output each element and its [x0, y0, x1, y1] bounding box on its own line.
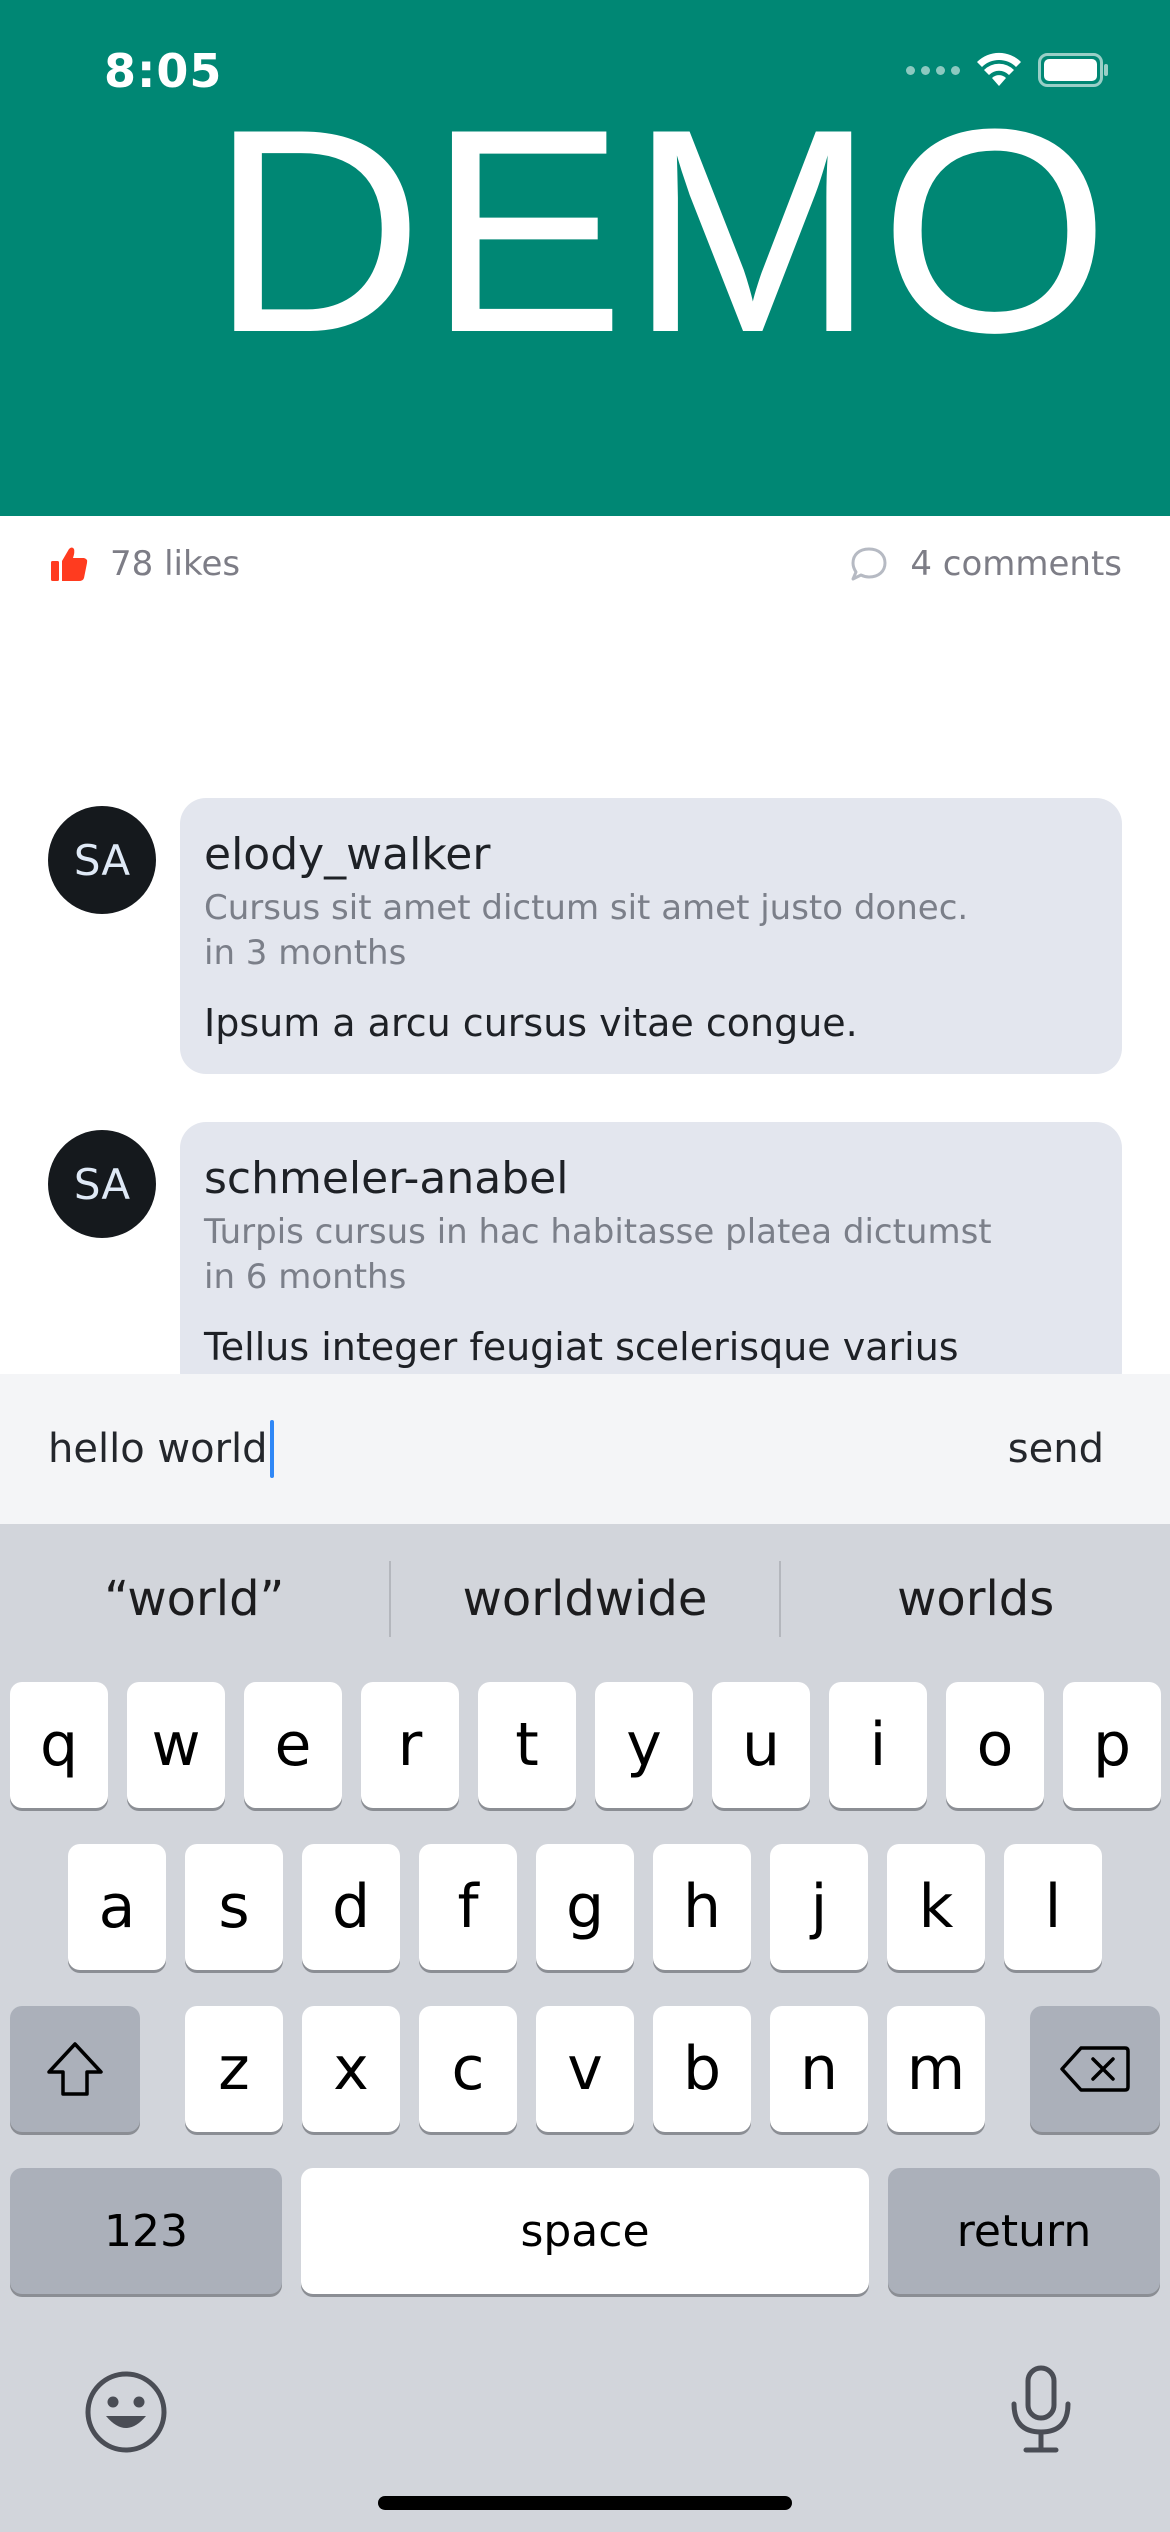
- key-j[interactable]: j: [770, 1844, 868, 1970]
- comment-subtitle: Turpis cursus in hac habitasse platea di…: [204, 1212, 992, 1252]
- key-w[interactable]: w: [127, 1682, 225, 1808]
- key-t[interactable]: t: [478, 1682, 576, 1808]
- key-s[interactable]: s: [185, 1844, 283, 1970]
- post-stats: 78 likes 4 comments: [0, 516, 1170, 612]
- comment-username[interactable]: elody_walker: [204, 828, 1098, 882]
- avatar[interactable]: SA: [48, 806, 156, 914]
- key-u[interactable]: u: [712, 1682, 810, 1808]
- key-h[interactable]: h: [653, 1844, 751, 1970]
- key-a[interactable]: a: [68, 1844, 166, 1970]
- space-key[interactable]: space: [301, 2168, 869, 2294]
- comment-input[interactable]: hello world: [48, 1420, 1008, 1478]
- suggestion-item[interactable]: worlds: [781, 1571, 1170, 1627]
- key-m[interactable]: m: [887, 2006, 985, 2132]
- hero-title: DEMO: [210, 69, 1114, 393]
- key-p[interactable]: p: [1063, 1682, 1161, 1808]
- status-time: 8:05: [104, 44, 223, 98]
- home-indicator[interactable]: [378, 2496, 792, 2510]
- microphone-icon[interactable]: [1006, 2364, 1076, 2454]
- comment-time: in 3 months: [204, 933, 407, 973]
- key-r[interactable]: r: [361, 1682, 459, 1808]
- key-o[interactable]: o: [946, 1682, 1044, 1808]
- emoji-icon[interactable]: [84, 2370, 168, 2454]
- comment-body: Ipsum a arcu cursus vitae congue.: [204, 1001, 858, 1045]
- delete-key[interactable]: [1030, 2006, 1160, 2132]
- likes-stat[interactable]: 78 likes: [50, 544, 240, 584]
- suggestion-item[interactable]: worldwide: [391, 1571, 780, 1627]
- comment-composer: hello world send: [0, 1374, 1170, 1524]
- key-b[interactable]: b: [653, 2006, 751, 2132]
- key-q[interactable]: q: [10, 1682, 108, 1808]
- comments-count: 4 comments: [910, 544, 1122, 584]
- comment-body: Tellus integer feugiat scelerisque variu…: [204, 1325, 959, 1369]
- key-f[interactable]: f: [419, 1844, 517, 1970]
- hero-image: 8:05 DEMO: [0, 0, 1170, 516]
- comment-bubble: schmeler-anabel Turpis cursus in hac hab…: [180, 1122, 1122, 1398]
- shift-arrow-icon: [47, 2042, 103, 2096]
- key-n[interactable]: n: [770, 2006, 868, 2132]
- backspace-icon: [1060, 2046, 1130, 2092]
- key-x[interactable]: x: [302, 2006, 400, 2132]
- comment-subtitle: Cursus sit amet dictum sit amet justo do…: [204, 888, 969, 928]
- key-d[interactable]: d: [302, 1844, 400, 1970]
- shift-key[interactable]: [10, 2006, 140, 2132]
- send-button[interactable]: send: [1008, 1426, 1122, 1472]
- key-l[interactable]: l: [1004, 1844, 1102, 1970]
- comment-username[interactable]: schmeler-anabel: [204, 1152, 1098, 1206]
- comment-bubble-icon: [851, 547, 887, 581]
- suggestion-bar: “world” worldwide worlds: [0, 1524, 1170, 1674]
- key-c[interactable]: c: [419, 2006, 517, 2132]
- comment-bubble: elody_walker Cursus sit amet dictum sit …: [180, 798, 1122, 1074]
- key-v[interactable]: v: [536, 2006, 634, 2132]
- suggestion-item[interactable]: “world”: [0, 1571, 389, 1627]
- likes-count: 78 likes: [110, 544, 241, 584]
- return-key[interactable]: return: [888, 2168, 1160, 2294]
- keyboard: “world” worldwide worlds q w e r t y u i…: [0, 1524, 1170, 2532]
- comment-time: in 6 months: [204, 1257, 407, 1297]
- comment-input-value: hello world: [48, 1426, 268, 1472]
- avatar[interactable]: SA: [48, 1130, 156, 1238]
- text-caret: [269, 1420, 274, 1478]
- comments-stat[interactable]: 4 comments: [850, 544, 1122, 584]
- key-g[interactable]: g: [536, 1844, 634, 1970]
- thumbs-up-icon: [51, 547, 88, 581]
- key-y[interactable]: y: [595, 1682, 693, 1808]
- key-e[interactable]: e: [244, 1682, 342, 1808]
- numbers-key[interactable]: 123: [10, 2168, 282, 2294]
- key-i[interactable]: i: [829, 1682, 927, 1808]
- key-k[interactable]: k: [887, 1844, 985, 1970]
- key-z[interactable]: z: [185, 2006, 283, 2132]
